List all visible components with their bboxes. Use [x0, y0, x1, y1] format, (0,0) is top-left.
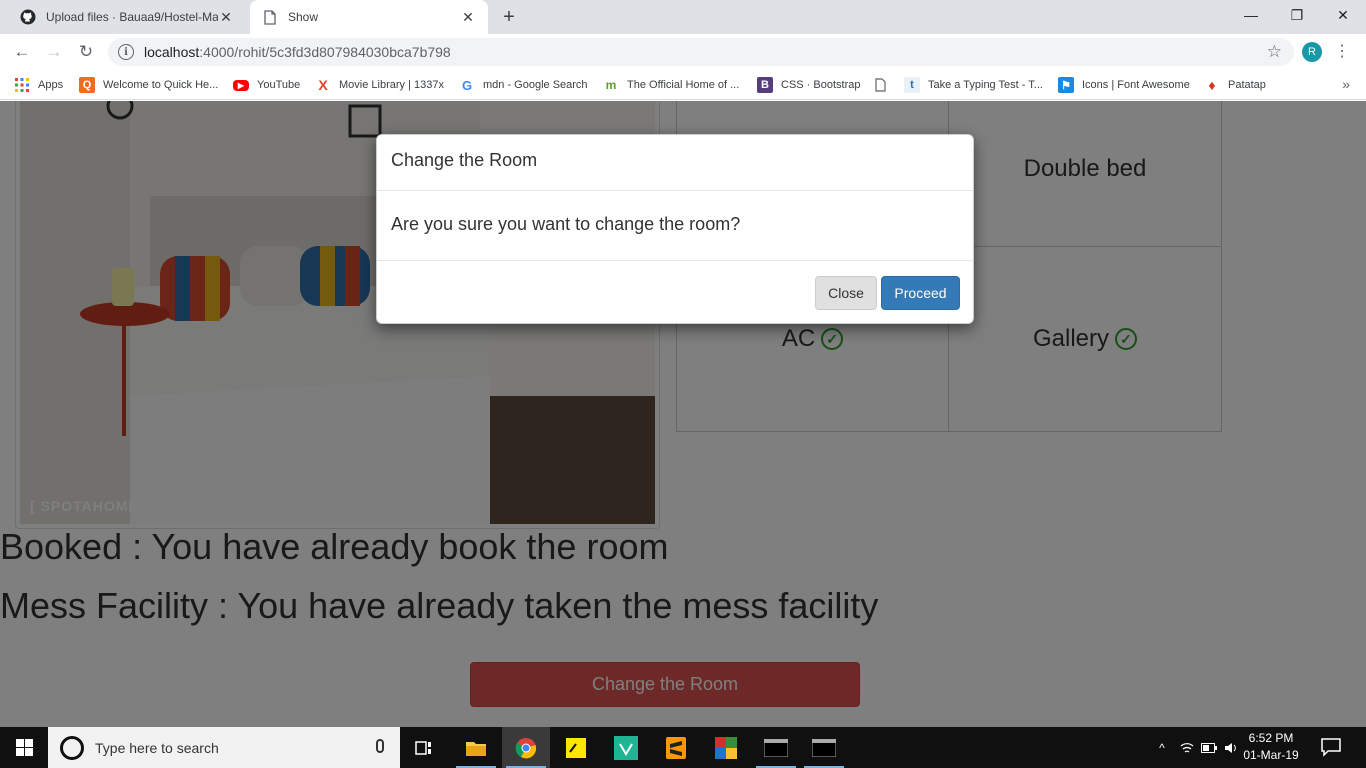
forward-button[interactable]: → — [42, 40, 66, 64]
close-button[interactable]: Close — [815, 276, 877, 310]
bootstrap-icon: B — [757, 77, 773, 93]
modal-footer: Close Proceed — [377, 261, 973, 323]
bookmarks-overflow-icon[interactable]: » — [1342, 76, 1350, 92]
action-center-icon[interactable] — [1320, 736, 1342, 758]
quickheal-icon: Q — [79, 77, 95, 93]
x-1337-icon: X — [318, 77, 328, 93]
cmd-icon-2[interactable] — [800, 727, 848, 768]
page-icon — [262, 9, 278, 25]
bookmark-label: Patatap — [1228, 79, 1266, 91]
apps-grid-icon — [14, 77, 30, 93]
windows-start-icon[interactable] — [0, 727, 48, 768]
chrome-menu-icon[interactable]: ⋮ — [1334, 42, 1350, 62]
cortana-icon — [60, 735, 84, 760]
chrome-icon[interactable] — [502, 727, 550, 768]
bookmark-1337x[interactable]: X Movie Library | 1337x — [315, 76, 444, 94]
tray-overflow-icon[interactable]: ^ — [1152, 727, 1172, 768]
sticky-notes-icon[interactable] — [552, 727, 600, 768]
bookmark-star-icon[interactable]: ☆ — [1267, 42, 1282, 62]
tab-close-icon[interactable]: ✕ — [460, 9, 476, 25]
windows-taskbar: Type here to search ^ 6:52 PM 01-Mar-19 — [0, 727, 1366, 768]
patatap-icon: ♦ — [1208, 77, 1216, 93]
bookmark-label: YouTube — [257, 79, 301, 91]
window-close-button[interactable]: ✕ — [1320, 0, 1366, 30]
bookmark-youtube[interactable]: ▶ YouTube — [233, 76, 300, 94]
github-icon — [20, 9, 36, 25]
microphone-icon[interactable] — [376, 739, 384, 753]
address-bar[interactable]: i localhost:4000/rohit/5c3fd3d807984030b… — [108, 38, 1294, 66]
clock-time: 6:52 PM — [1248, 731, 1294, 745]
bookmark-google-search[interactable]: G mdn - Google Search — [459, 76, 588, 94]
bookmark-label: Welcome to Quick He... — [103, 79, 219, 91]
unknown-green-app-icon[interactable] — [602, 727, 650, 768]
minimize-button[interactable]: — — [1228, 0, 1274, 30]
url-host: localhost — [144, 44, 200, 60]
font-awesome-flag-icon: ⚑ — [1058, 77, 1074, 93]
volume-icon[interactable] — [1222, 727, 1240, 768]
battery-icon[interactable] — [1200, 727, 1218, 768]
task-view-icon[interactable] — [400, 727, 448, 768]
system-clock[interactable]: 6:52 PM 01-Mar-19 — [1240, 730, 1302, 764]
tab-close-icon[interactable]: ✕ — [218, 9, 234, 25]
bookmark-patatap[interactable]: ♦ Patatap — [1204, 76, 1266, 94]
bookmark-label: Movie Library | 1337x — [339, 79, 444, 91]
cmd-icon[interactable] — [752, 727, 800, 768]
bookmark-label: Icons | Font Awesome — [1082, 79, 1190, 91]
reload-button[interactable]: ↻ — [74, 40, 98, 64]
bookmark-quick-heal[interactable]: Q Welcome to Quick He... — [79, 76, 218, 94]
bookmark-bootstrap[interactable]: B CSS · Bootstrap — [757, 76, 860, 94]
bookmark-blank-page[interactable] — [872, 76, 896, 94]
google-icon: G — [461, 77, 473, 93]
search-placeholder: Type here to search — [95, 739, 219, 756]
bookmark-official-home[interactable]: m The Official Home of ... — [603, 76, 740, 94]
back-button[interactable]: ← — [10, 40, 34, 64]
sublime-text-icon[interactable] — [652, 727, 700, 768]
clock-date: 01-Mar-19 — [1243, 748, 1299, 762]
tab-title: Upload files · Bauaa9/Hostel-Manag — [46, 10, 218, 24]
taskbar-search-input[interactable]: Type here to search — [48, 727, 400, 768]
bookmark-label: Take a Typing Test - T... — [928, 79, 1043, 91]
browser-toolbar: ← → ↻ i localhost:4000/rohit/5c3fd3d8079… — [0, 34, 1366, 70]
bookmark-apps[interactable]: Apps — [14, 76, 63, 94]
bookmark-label: Apps — [38, 79, 64, 91]
wifi-icon[interactable] — [1178, 727, 1196, 768]
profile-avatar[interactable]: R — [1302, 42, 1322, 62]
proceed-button[interactable]: Proceed — [881, 276, 960, 310]
tab-show[interactable]: Show ✕ — [250, 0, 488, 34]
tab-title: Show — [288, 10, 319, 24]
winrar-icon[interactable] — [702, 727, 750, 768]
maximize-button[interactable]: ❐ — [1274, 0, 1320, 30]
file-explorer-icon[interactable] — [452, 727, 500, 768]
bookmark-label: mdn - Google Search — [483, 79, 588, 91]
typing-test-icon: t — [904, 77, 920, 93]
official-home-icon: m — [605, 78, 617, 92]
bookmark-typing-test[interactable]: t Take a Typing Test - T... — [904, 76, 1043, 94]
modal-title: Change the Room — [377, 135, 973, 191]
bookmark-font-awesome[interactable]: ⚑ Icons | Font Awesome — [1058, 76, 1190, 94]
site-info-icon[interactable]: i — [118, 44, 134, 60]
bookmarks-bar: Apps Q Welcome to Quick He... ▶ YouTube … — [0, 70, 1366, 100]
new-tab-button[interactable]: + — [498, 6, 520, 28]
blank-page-icon — [872, 77, 888, 93]
modal-body-text: Are you sure you want to change the room… — [377, 191, 973, 261]
youtube-icon: ▶ — [233, 79, 249, 91]
url-path: :4000/rohit/5c3fd3d807984030bca7b798 — [199, 44, 451, 60]
change-room-modal: Change the Room Are you sure you want to… — [376, 134, 974, 324]
bookmark-label: CSS · Bootstrap — [781, 79, 861, 91]
tab-github-upload[interactable]: Upload files · Bauaa9/Hostel-Manag ✕ — [8, 0, 246, 34]
bookmark-label: The Official Home of ... — [627, 79, 740, 91]
tab-strip: Upload files · Bauaa9/Hostel-Manag ✕ Sho… — [0, 0, 1366, 34]
